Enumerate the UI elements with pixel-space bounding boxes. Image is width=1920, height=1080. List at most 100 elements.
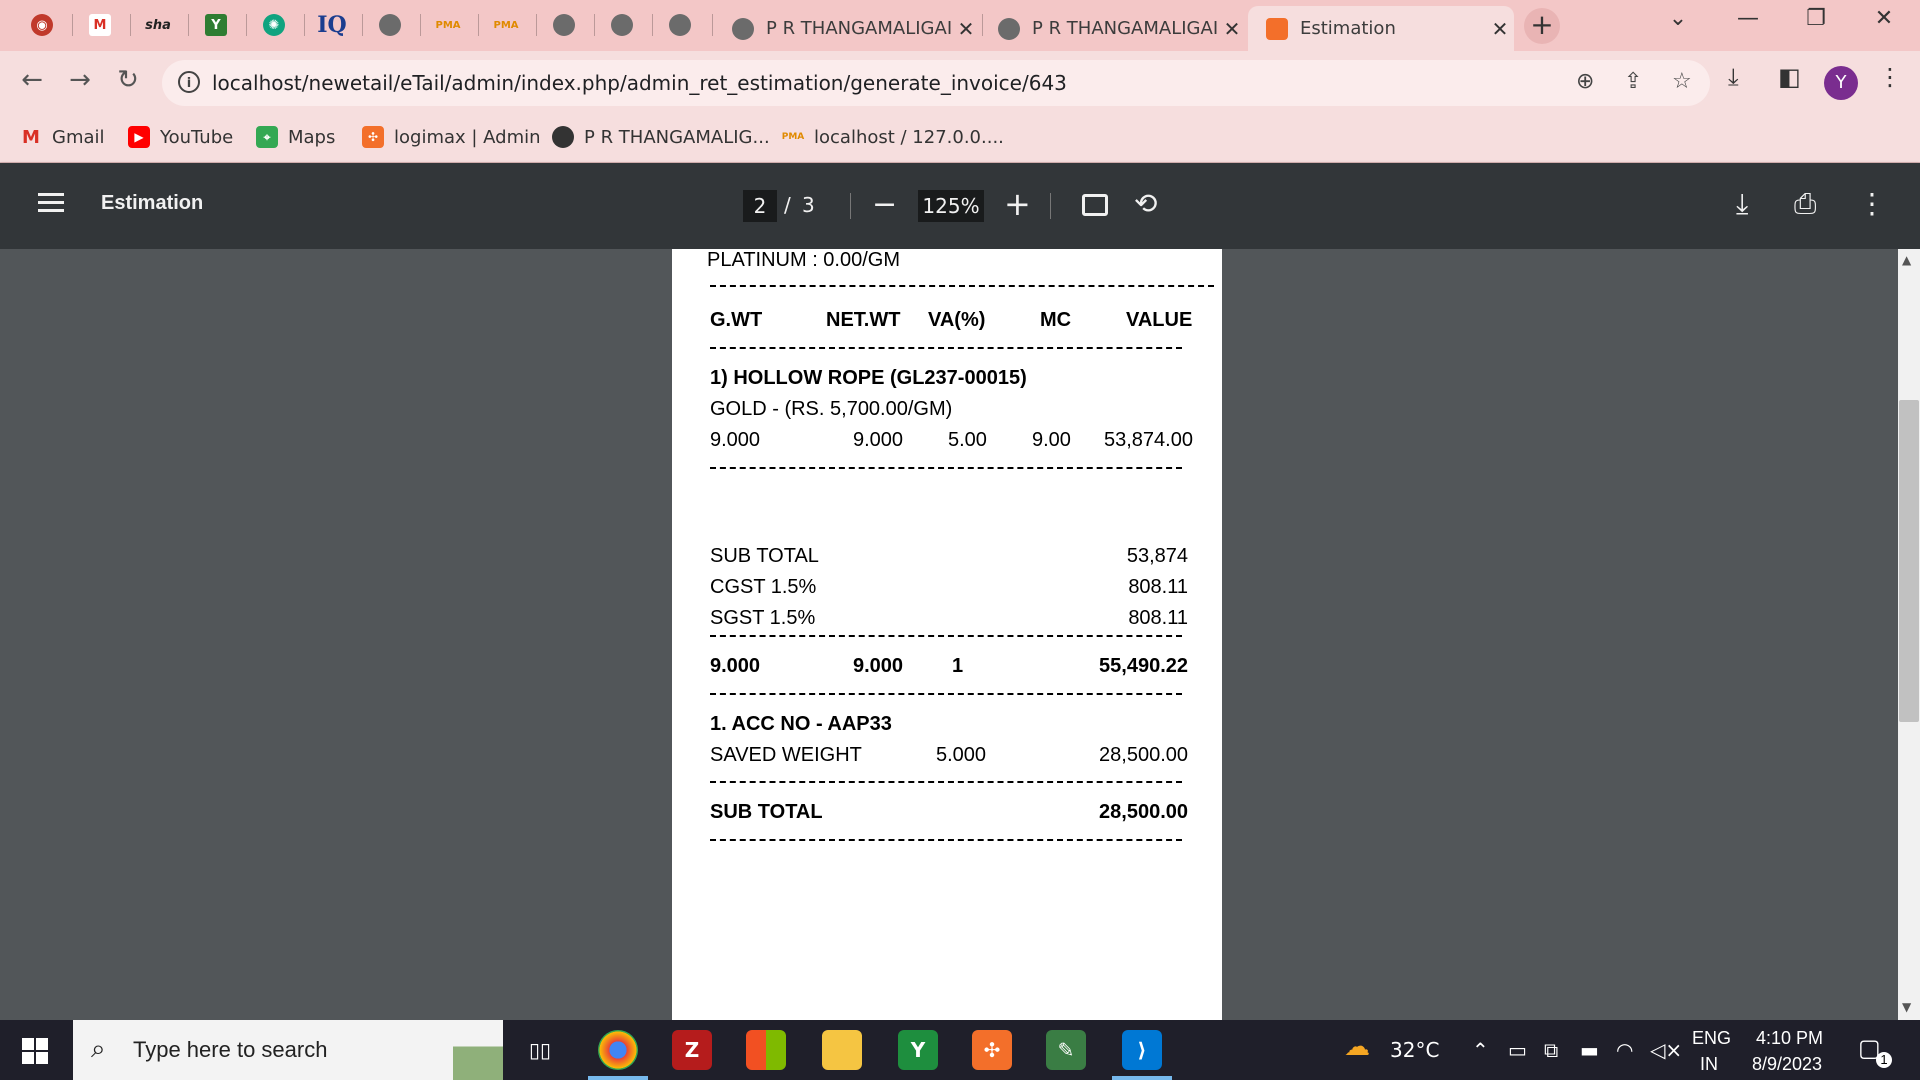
- avatar[interactable]: Y: [1824, 66, 1858, 100]
- pinned-tab-sha[interactable]: sha: [130, 8, 186, 42]
- display-icon[interactable]: ⧉: [1544, 1038, 1558, 1062]
- show-hidden-icons-chevron-icon[interactable]: ⌃: [1472, 1038, 1489, 1062]
- close-tab-icon[interactable]: ✕: [1218, 17, 1246, 41]
- pinned-tab-globe[interactable]: [594, 8, 650, 42]
- zoom-out-button[interactable]: −: [872, 187, 897, 222]
- meet-icon[interactable]: ▭: [1508, 1038, 1527, 1062]
- pinned-tab-y[interactable]: Y: [188, 8, 244, 42]
- forward-icon[interactable]: →: [62, 65, 98, 95]
- bookmark-youtube[interactable]: ▶ YouTube: [128, 126, 233, 148]
- back-icon[interactable]: ←: [14, 65, 50, 95]
- site-info-icon[interactable]: i: [178, 71, 200, 93]
- pinned-tab-app[interactable]: ◉: [14, 8, 70, 42]
- scroll-down-icon[interactable]: ▼: [1902, 1000, 1911, 1014]
- language-indicator[interactable]: ENG: [1692, 1028, 1731, 1049]
- sub-total-label: SUB TOTAL: [710, 801, 823, 823]
- close-tab-icon[interactable]: ✕: [952, 17, 980, 41]
- globe-icon: [611, 14, 633, 36]
- print-icon[interactable]: ⎙: [1794, 187, 1816, 221]
- bookmark-label: Maps: [288, 126, 336, 148]
- pinned-tab-globe[interactable]: [536, 8, 592, 42]
- globe-icon: [998, 17, 1020, 40]
- tab-search-chevron-icon[interactable]: ⌄: [1658, 6, 1698, 31]
- pinned-tab-globe[interactable]: [652, 8, 708, 42]
- bookmark-gmail[interactable]: M Gmail: [20, 126, 104, 148]
- item-va: 5.00: [948, 429, 987, 451]
- bookmark-logimax[interactable]: ✣ logimax | Admin: [362, 126, 541, 148]
- reload-icon[interactable]: ↻: [110, 65, 146, 95]
- xampp-icon[interactable]: ✣: [972, 1030, 1012, 1070]
- region-indicator[interactable]: IN: [1700, 1054, 1718, 1075]
- pinned-tab-gmail[interactable]: M: [72, 8, 128, 42]
- close-tab-icon[interactable]: ✕: [1486, 17, 1514, 41]
- divider: [850, 193, 851, 219]
- dashed-divider: [710, 347, 1182, 349]
- file-explorer-icon[interactable]: [822, 1030, 862, 1070]
- address-bar[interactable]: i localhost/newetail/eTail/admin/index.p…: [162, 60, 1710, 106]
- download-icon[interactable]: ⤓: [1728, 63, 1739, 91]
- weather-icon[interactable]: ☁: [1344, 1032, 1370, 1062]
- summary-value: 808.11: [1128, 576, 1188, 598]
- bookmark-star-icon[interactable]: ☆: [1672, 69, 1692, 94]
- tab-thangamaligai-1[interactable]: P R THANGAMALIGAI ✕: [714, 6, 980, 51]
- clock-date[interactable]: 8/9/2023: [1752, 1054, 1822, 1075]
- pdf-title: Estimation: [101, 192, 204, 214]
- clock-time[interactable]: 4:10 PM: [1756, 1028, 1823, 1049]
- bookmark-thangamaligai[interactable]: P R THANGAMALIG...: [552, 126, 770, 148]
- app-icon: ◉: [31, 14, 53, 36]
- page-number-input[interactable]: 2: [743, 190, 777, 222]
- wifi-icon[interactable]: ◠: [1616, 1038, 1633, 1062]
- globe-icon: [669, 14, 691, 36]
- taskbar: ⌕ Type here to search ▯▯ Z Y ✣ ✎ ⟩ ☁ 32°…: [0, 1020, 1920, 1080]
- tab-estimation[interactable]: Estimation ✕: [1248, 6, 1514, 51]
- fit-to-page-icon[interactable]: [1082, 194, 1108, 216]
- saved-value: 28,500.00: [1099, 744, 1188, 766]
- chrome-icon[interactable]: [598, 1030, 638, 1070]
- pinned-tab-iq[interactable]: IQ: [304, 8, 360, 42]
- pma-icon: PMA: [493, 19, 519, 31]
- globe-icon: [553, 14, 575, 36]
- windows-start-icon[interactable]: [22, 1038, 48, 1064]
- more-options-icon[interactable]: ⋮: [1858, 187, 1886, 220]
- new-tab-button[interactable]: +: [1524, 8, 1560, 44]
- battery-icon[interactable]: ▬: [1580, 1038, 1599, 1062]
- notification-count: 1: [1876, 1052, 1892, 1068]
- maps-icon: ⌖: [256, 126, 278, 148]
- bookmark-phpmyadmin[interactable]: PMA localhost / 127.0.0....: [782, 126, 1004, 148]
- close-window-icon[interactable]: ✕: [1864, 6, 1904, 31]
- pinned-tab-pma[interactable]: PMA: [478, 8, 534, 42]
- microsoft-store-icon[interactable]: [746, 1030, 786, 1070]
- pinned-tab-chatgpt[interactable]: ✺: [246, 8, 302, 42]
- scrollbar-thumb[interactable]: [1899, 400, 1919, 722]
- restore-icon[interactable]: ❐: [1796, 6, 1836, 31]
- zoom-in-button[interactable]: +: [1004, 185, 1031, 223]
- download-icon[interactable]: ⤓: [1736, 187, 1748, 221]
- pinned-tab-globe[interactable]: [362, 8, 418, 42]
- bookmark-maps[interactable]: ⌖ Maps: [256, 126, 335, 148]
- pinned-tab-pma[interactable]: PMA: [420, 8, 476, 42]
- filezilla-icon[interactable]: Z: [672, 1030, 712, 1070]
- volume-muted-icon[interactable]: ◁×: [1650, 1038, 1682, 1062]
- tab-thangamaligai-2[interactable]: P R THANGAMALIGAI ✕: [980, 6, 1246, 51]
- item-title: 1) HOLLOW ROPE (GL237-00015): [710, 367, 1027, 389]
- zoom-level-input[interactable]: 125%: [918, 190, 984, 222]
- url-text[interactable]: localhost/newetail/eTail/admin/index.php…: [212, 71, 1067, 95]
- chat-icon[interactable]: Y: [898, 1030, 938, 1070]
- dashed-divider: [710, 285, 1214, 287]
- vscode-icon[interactable]: ⟩: [1122, 1030, 1162, 1070]
- menu-icon[interactable]: ⋮: [1878, 63, 1902, 91]
- zoom-icon[interactable]: ⊕: [1576, 69, 1594, 94]
- total-pages: 3: [802, 193, 815, 217]
- hamburger-menu-icon[interactable]: [38, 193, 64, 213]
- task-view-icon[interactable]: ▯▯: [520, 1030, 560, 1070]
- share-icon[interactable]: ⇪: [1624, 69, 1642, 94]
- minimize-icon[interactable]: —: [1728, 6, 1768, 31]
- rotate-icon[interactable]: ⟲: [1134, 187, 1157, 220]
- notepad-icon[interactable]: ✎: [1046, 1030, 1086, 1070]
- account-title: 1. ACC NO - AAP33: [710, 713, 892, 735]
- side-panel-icon[interactable]: ◧: [1778, 63, 1801, 91]
- dashed-divider: [710, 781, 1182, 783]
- taskbar-search-box[interactable]: ⌕ Type here to search: [73, 1020, 503, 1080]
- weather-temp[interactable]: 32°C: [1390, 1038, 1439, 1062]
- scroll-up-icon[interactable]: ▲: [1902, 253, 1911, 267]
